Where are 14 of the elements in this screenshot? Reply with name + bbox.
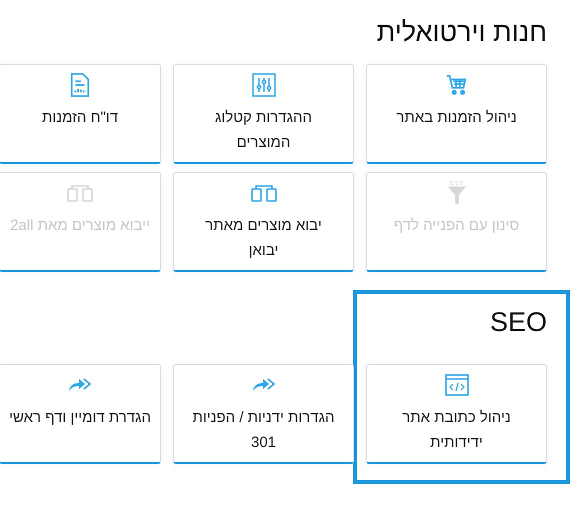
section-title: SEO: [488, 306, 547, 339]
menu-card[interactable]: הגדרת דומיין ודף ראשי: [0, 364, 161, 464]
menu-card[interactable]: דו"ח הזמנות: [0, 64, 161, 164]
section-title: חנות וירטואלית: [376, 16, 547, 49]
menu-card[interactable]: הגדרות ידניות / הפניות 301: [173, 364, 354, 464]
menu-card[interactable]: יבוא מוצרים מאתר יבואן: [173, 172, 354, 272]
code-window-icon: [444, 373, 468, 397]
menu-card[interactable]: ההגדרות קטלוג המוצרים: [173, 64, 354, 164]
sliders-icon: [252, 73, 276, 97]
menu-card[interactable]: ניהול כתובת אתר ידידותית: [366, 364, 547, 464]
document-icon: [70, 73, 90, 97]
menu-card[interactable]: ניהול הזמנות באתר: [366, 64, 547, 164]
funnel-icon: [446, 181, 468, 205]
cart-icon: [444, 73, 468, 97]
